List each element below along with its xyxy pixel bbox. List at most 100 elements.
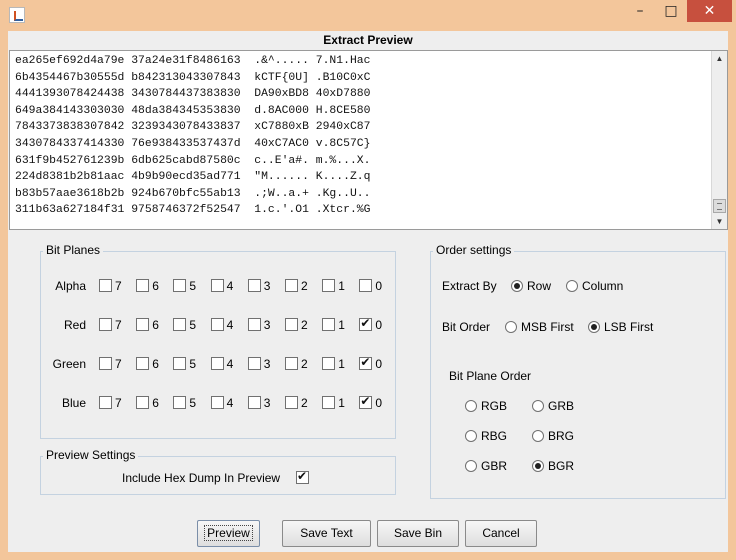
checkbox-blue-bit-3[interactable] bbox=[247, 396, 261, 409]
preview-title: Extract Preview bbox=[323, 33, 413, 47]
bit-label: 4 bbox=[226, 318, 234, 332]
scroll-thumb[interactable] bbox=[713, 199, 726, 213]
checkbox-green-bit-6[interactable] bbox=[136, 357, 150, 370]
bit-label: 7 bbox=[115, 318, 122, 332]
checkbox-green-bit-3[interactable] bbox=[247, 357, 261, 370]
checkbox-blue-bit-7[interactable] bbox=[99, 396, 112, 409]
bit-label: 7 bbox=[115, 396, 122, 410]
bit-plane-label-red: Red bbox=[63, 318, 86, 332]
title-bar[interactable]: – □ ✕ bbox=[0, 0, 736, 30]
bit-label: 2 bbox=[301, 357, 308, 371]
bit-order-radio-lsb-first[interactable] bbox=[588, 321, 600, 333]
bit-label: 0 bbox=[375, 357, 383, 371]
preview-button[interactable]: Preview bbox=[197, 520, 260, 547]
bit-label: 6 bbox=[152, 279, 159, 293]
checkbox-red-bit-3[interactable] bbox=[247, 318, 261, 331]
maximize-button[interactable]: □ bbox=[656, 0, 686, 22]
checkbox-blue-bit-2[interactable] bbox=[285, 396, 298, 409]
bit-planes-group: Bit Planes Alpha 7 6 5 4 3 2 1 0 Red 7 6 5 4 3 2 1 0 Green… bbox=[40, 243, 396, 439]
save-text-button[interactable]: Save Text bbox=[282, 520, 371, 547]
bit-label: 2 bbox=[301, 318, 308, 332]
bit-label: 6 bbox=[152, 357, 159, 371]
checkbox-red-bit-1[interactable] bbox=[322, 318, 336, 331]
cancel-button[interactable]: Cancel bbox=[465, 520, 537, 547]
save-bin-button[interactable]: Save Bin bbox=[377, 520, 459, 547]
plane-order-radio-grb[interactable] bbox=[532, 400, 544, 412]
checkbox-green-bit-4[interactable] bbox=[210, 357, 224, 370]
checkbox-blue-bit-1[interactable] bbox=[322, 396, 336, 409]
order-settings-title: Order settings bbox=[433, 243, 515, 257]
checkbox-blue-bit-5[interactable] bbox=[173, 396, 187, 409]
checkbox-blue-bit-6[interactable] bbox=[136, 396, 150, 409]
extract-by-radio-column[interactable] bbox=[566, 280, 578, 292]
bit-label: 6 bbox=[152, 318, 159, 332]
plane-order-label-brg: BRG bbox=[548, 429, 575, 443]
hex-line: 6b4354467b30555d b842313043307843 kCTF{0… bbox=[15, 71, 371, 84]
scroll-up-arrow-icon[interactable]: ▲ bbox=[712, 51, 727, 66]
bit-label: 1 bbox=[338, 396, 345, 410]
checkbox-blue-bit-0[interactable] bbox=[359, 394, 373, 409]
scroll-down-arrow-icon[interactable]: ▼ bbox=[712, 214, 727, 229]
bit-label: 2 bbox=[301, 396, 308, 410]
hex-preview-area[interactable]: ea265ef692d4a79e 37a24e31f8486163 .&^...… bbox=[9, 50, 728, 230]
checkbox-alpha-bit-0[interactable] bbox=[359, 279, 373, 292]
bit-label: 3 bbox=[263, 357, 271, 371]
bit-label: 0 bbox=[375, 279, 383, 293]
checkbox-red-bit-6[interactable] bbox=[136, 318, 150, 331]
extract-by-radio-row[interactable] bbox=[511, 280, 523, 292]
hex-dump-label: Include Hex Dump In Preview bbox=[122, 471, 281, 485]
minimize-button[interactable]: – bbox=[625, 0, 655, 22]
checkbox-alpha-bit-4[interactable] bbox=[210, 279, 224, 292]
preview-settings-title: Preview Settings bbox=[43, 448, 139, 462]
bit-order-label-msb-first: MSB First bbox=[521, 320, 574, 334]
extract-by-label-column: Column bbox=[582, 279, 624, 293]
checkbox-green-bit-0[interactable] bbox=[359, 355, 373, 370]
checkbox-green-bit-1[interactable] bbox=[322, 357, 336, 370]
hex-dump-checkbox[interactable] bbox=[296, 469, 309, 484]
checkbox-blue-bit-4[interactable] bbox=[210, 396, 224, 409]
bit-label: 1 bbox=[338, 279, 345, 293]
bit-label: 5 bbox=[189, 318, 197, 332]
checkbox-green-bit-2[interactable] bbox=[285, 357, 298, 370]
plane-order-radio-brg[interactable] bbox=[532, 430, 544, 442]
vertical-scrollbar[interactable]: ▲ ▼ bbox=[711, 51, 727, 229]
bit-label: 2 bbox=[301, 279, 308, 293]
checkbox-alpha-bit-6[interactable] bbox=[136, 279, 150, 292]
bit-label: 6 bbox=[152, 396, 159, 410]
plane-order-radio-gbr[interactable] bbox=[465, 460, 477, 472]
hex-line: 631f9b452761239b 6db625cabd87580c c..E'a… bbox=[15, 154, 371, 167]
checkbox-red-bit-2[interactable] bbox=[285, 318, 298, 331]
plane-order-radio-bgr[interactable] bbox=[532, 460, 544, 472]
checkbox-alpha-bit-5[interactable] bbox=[173, 279, 187, 292]
app-window: – □ ✕ Extract Preview ea265ef692d4a79e 3… bbox=[0, 0, 736, 560]
checkbox-red-bit-4[interactable] bbox=[210, 318, 224, 331]
bit-label: 1 bbox=[338, 318, 345, 332]
checkbox-alpha-bit-1[interactable] bbox=[322, 279, 336, 292]
close-button[interactable]: ✕ bbox=[687, 0, 732, 22]
checkbox-green-bit-7[interactable] bbox=[99, 357, 112, 370]
hex-line: 3430784337414330 76e938433537437d 40xC7A… bbox=[15, 137, 371, 150]
plane-order-label-bgr: BGR bbox=[548, 459, 575, 473]
checkbox-green-bit-5[interactable] bbox=[173, 357, 187, 370]
checkbox-red-bit-0[interactable] bbox=[359, 316, 373, 331]
bit-label: 0 bbox=[375, 396, 383, 410]
preview-settings-group: Preview Settings Include Hex Dump In Pre… bbox=[40, 448, 396, 495]
bit-label: 3 bbox=[263, 396, 271, 410]
hex-line: b83b57aae3618b2b 924b670bfc55ab13 .;W..a… bbox=[15, 187, 371, 200]
bit-planes-title: Bit Planes bbox=[43, 243, 104, 257]
bit-order-label-lsb-first: LSB First bbox=[604, 320, 654, 334]
extract-by-label: Extract By bbox=[442, 279, 497, 293]
bit-plane-label-alpha: Alpha bbox=[55, 279, 86, 293]
plane-order-label-rgb: RGB bbox=[481, 399, 508, 413]
bit-order-radio-msb-first[interactable] bbox=[505, 321, 517, 333]
checkbox-alpha-bit-3[interactable] bbox=[247, 279, 261, 292]
plane-order-radio-rgb[interactable] bbox=[465, 400, 477, 412]
checkbox-alpha-bit-7[interactable] bbox=[99, 279, 112, 292]
bit-plane-label-blue: Blue bbox=[61, 396, 86, 410]
bit-label: 4 bbox=[226, 357, 234, 371]
hex-line: 224d8381b2b81aac 4b9b90ecd35ad771 "M....… bbox=[15, 171, 371, 184]
checkbox-red-bit-5[interactable] bbox=[173, 318, 187, 331]
checkbox-red-bit-7[interactable] bbox=[99, 318, 112, 331]
plane-order-radio-rbg[interactable] bbox=[465, 430, 477, 442]
checkbox-alpha-bit-2[interactable] bbox=[285, 279, 298, 292]
